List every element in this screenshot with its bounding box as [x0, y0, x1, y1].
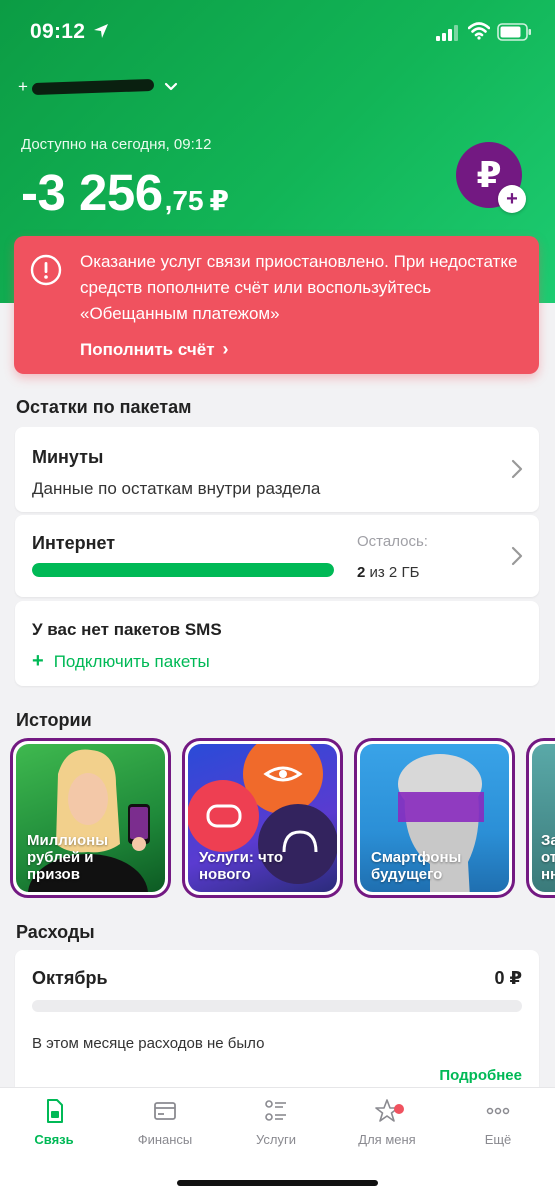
story-label: Услуги: что нового: [199, 849, 284, 883]
sim-card-icon: [47, 1099, 63, 1123]
top-up-account-link[interactable]: Пополнить счёт ›: [80, 339, 229, 360]
top-up-account-label: Пополнить счёт: [80, 339, 215, 359]
chevron-right-icon: [511, 459, 523, 479]
expenses-empty-text: В этом месяце расходов не было: [32, 1035, 265, 1052]
connect-packages-label: Подключить пакеты: [53, 651, 210, 671]
remaining-label: Осталось:: [357, 533, 428, 550]
story-image: Смартфоны будущего: [360, 744, 509, 892]
ruble-icon: ₽: [476, 154, 502, 195]
balance-main: -3 256: [21, 164, 163, 221]
alert-message: Оказание услуг связи приостановлено. При…: [80, 252, 518, 323]
tab-for-me[interactable]: Для меня: [337, 1098, 437, 1147]
internet-card[interactable]: Интернет Осталось: 2 из 2 ГБ: [15, 515, 539, 597]
notification-badge: [394, 1104, 404, 1114]
phone-number-selector[interactable]: +: [18, 72, 178, 102]
plus-icon: +: [32, 650, 44, 672]
internet-title: Интернет: [32, 533, 116, 553]
warning-icon: [30, 254, 62, 286]
expenses-section-title: Расходы: [16, 922, 95, 942]
tab-svyaz[interactable]: Связь: [4, 1098, 104, 1147]
story-card[interactable]: Миллионы рублей и призов: [10, 738, 171, 898]
tab-label: Связь: [34, 1132, 74, 1147]
story-card[interactable]: Услуги: что нового: [182, 738, 343, 898]
story-card[interactable]: За от нн: [526, 738, 555, 898]
expenses-month: Октябрь: [32, 968, 108, 988]
services-list-icon: [265, 1100, 286, 1121]
phone-number: +: [18, 77, 28, 96]
story-image: Миллионы рублей и призов: [16, 744, 165, 892]
chevron-right-icon: [511, 546, 523, 566]
tab-label: Для меня: [358, 1132, 416, 1147]
minutes-title: Минуты: [32, 447, 104, 467]
packages-section-title: Остатки по пакетам: [16, 397, 192, 417]
tab-label: Услуги: [256, 1132, 296, 1147]
status-bar: 09:12: [0, 0, 555, 66]
story-label: Смартфоны будущего: [371, 849, 462, 883]
remaining-total: из 2 ГБ: [365, 564, 420, 581]
balance-kopecks: ,75: [164, 185, 204, 216]
available-today-label: Доступно на сегодня, 09:12: [21, 136, 212, 153]
battery-icon: [497, 23, 531, 41]
tab-finances[interactable]: Финансы: [115, 1098, 215, 1147]
chevron-right-icon: ›: [222, 339, 229, 359]
wifi-icon: [468, 22, 490, 40]
story-card[interactable]: Смартфоны будущего: [354, 738, 515, 898]
minutes-card[interactable]: Минуты Данные по остаткам внутри раздела: [15, 427, 539, 512]
expenses-amount: 0 ₽: [494, 968, 522, 988]
location-arrow-icon: [94, 24, 108, 38]
plus-icon[interactable]: +: [498, 185, 526, 213]
internet-progress-fill: [32, 563, 334, 577]
balance-amount: -3 256 ,75 ₽: [21, 163, 229, 222]
connect-packages-link[interactable]: + Подключить пакеты: [32, 650, 210, 673]
wallet-icon: [154, 1102, 176, 1120]
tab-services[interactable]: Услуги: [226, 1098, 326, 1147]
expenses-card: Октябрь 0 ₽ В этом месяце расходов не бы…: [15, 950, 539, 1095]
chevron-down-icon: [164, 82, 178, 91]
stories-carousel[interactable]: Миллионы рублей и призов Услуги: что нов…: [10, 738, 555, 898]
story-image: Услуги: что нового: [188, 744, 337, 892]
minutes-subtitle: Данные по остаткам внутри раздела: [32, 479, 321, 498]
tab-label: Ещё: [484, 1132, 512, 1147]
expenses-bar: [32, 1000, 522, 1012]
remaining-value: 2 из 2 ГБ: [357, 564, 419, 581]
cellular-signal-icon: [436, 25, 458, 41]
tab-more[interactable]: Ещё: [448, 1098, 548, 1147]
stories-section-title: Истории: [16, 710, 92, 730]
story-label: Миллионы рублей и призов: [27, 832, 109, 883]
balance-currency: ₽: [209, 185, 230, 216]
sms-title: У вас нет пакетов SMS: [32, 620, 222, 639]
status-time: 09:12: [30, 20, 86, 43]
redacted-phone-digits: [31, 78, 155, 96]
home-indicator: [177, 1180, 378, 1186]
story-label: За от нн: [541, 832, 555, 883]
more-dots-icon: [486, 1107, 510, 1115]
internet-progress-bar: [32, 563, 334, 577]
sms-card: У вас нет пакетов SMS + Подключить пакет…: [15, 601, 539, 686]
more-details-link[interactable]: Подробнее: [439, 1067, 522, 1084]
service-suspended-alert: Оказание услуг связи приостановлено. При…: [14, 236, 539, 374]
tab-label: Финансы: [137, 1132, 193, 1147]
story-image: За от нн: [532, 744, 555, 892]
